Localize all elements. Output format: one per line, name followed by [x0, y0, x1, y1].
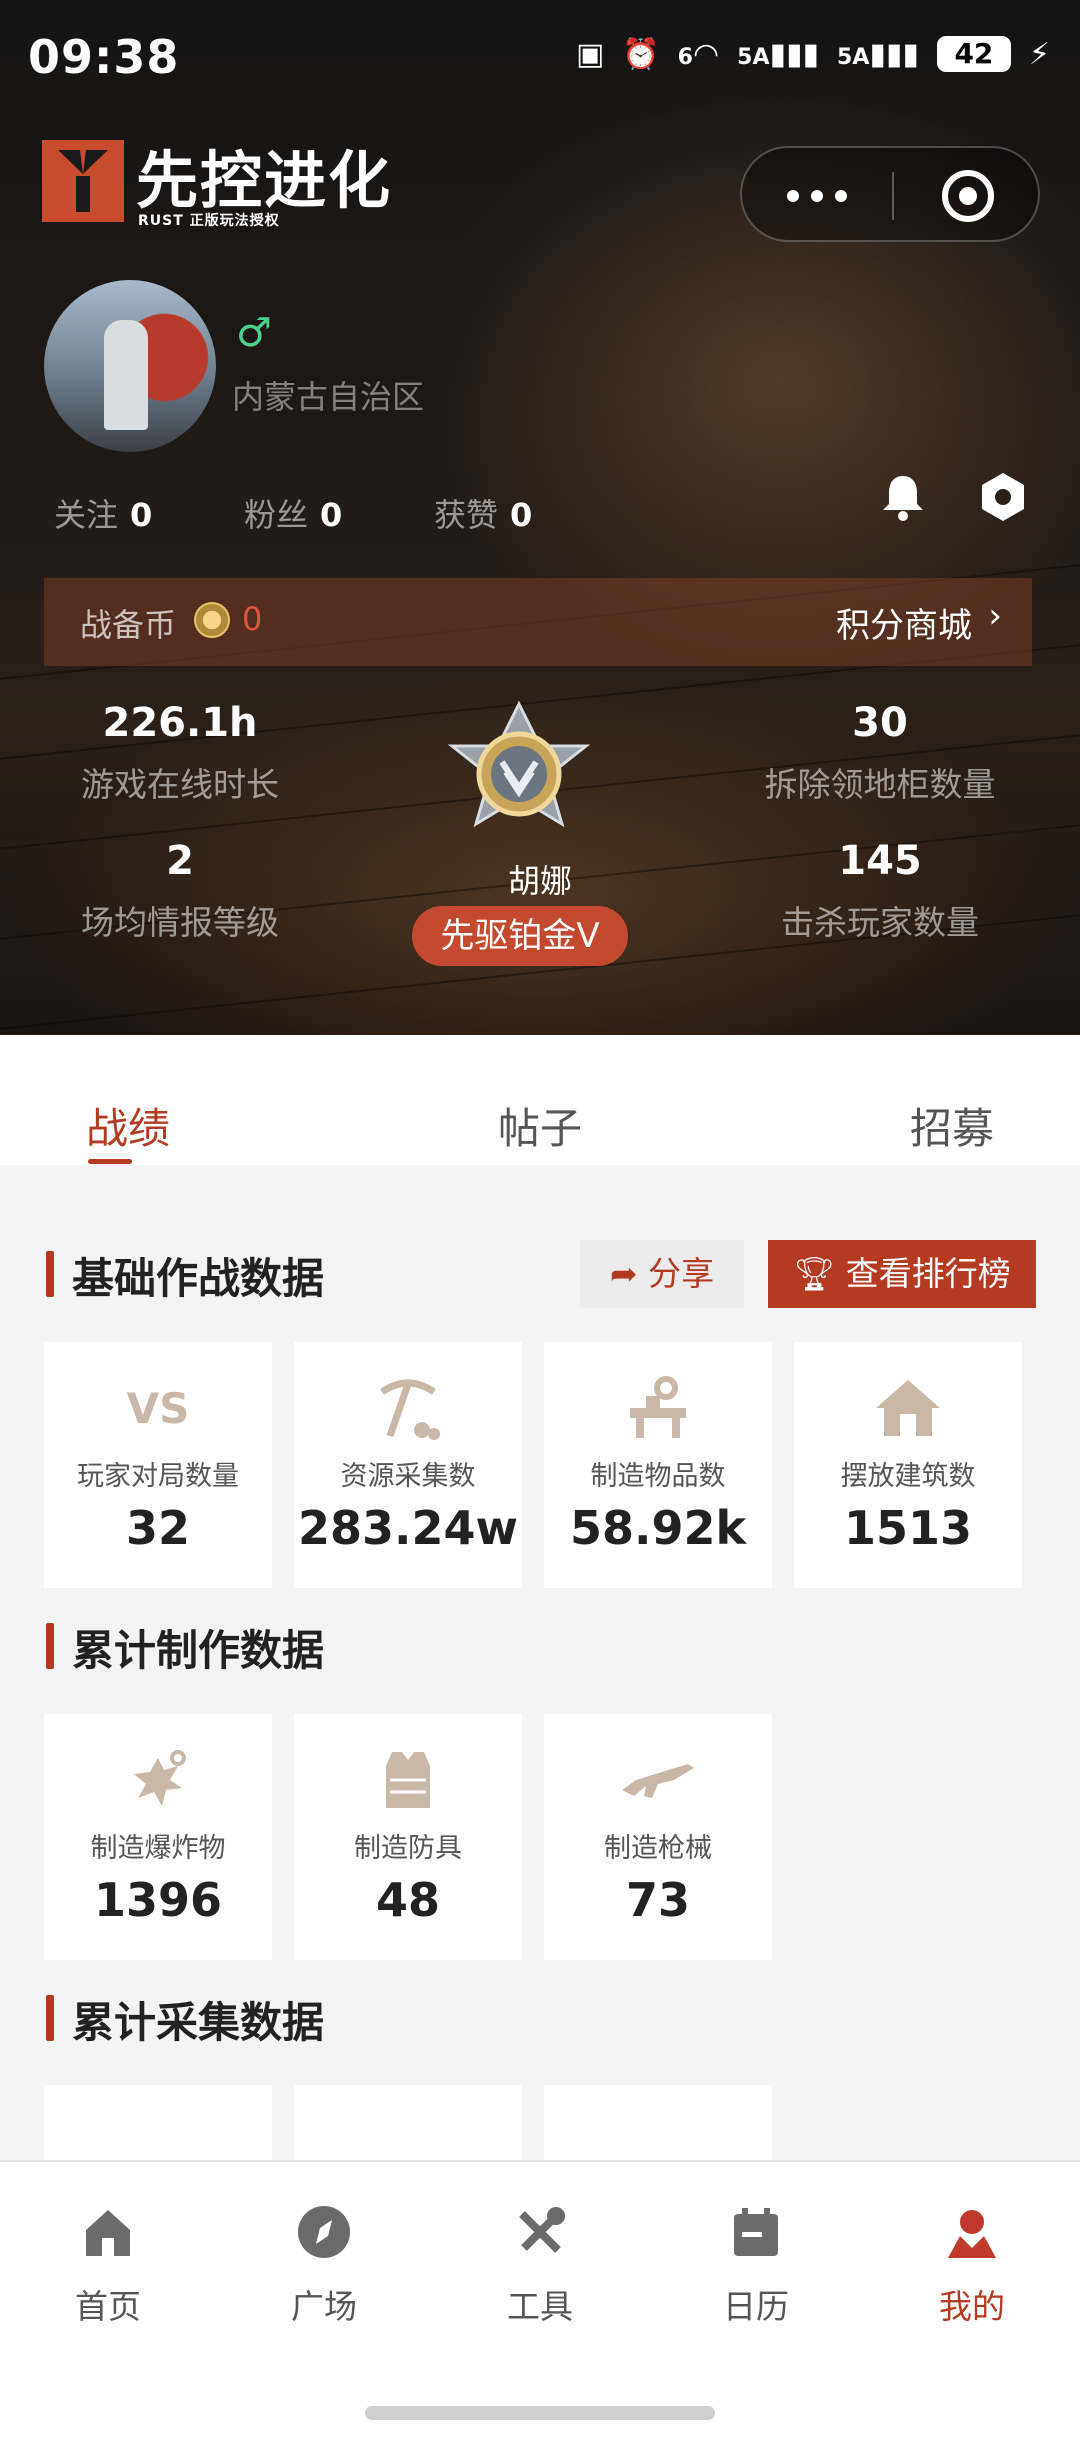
status-icons: ▣ ⏰ 6◠ 5A▮▮▮ 5A▮▮▮ 42 ⚡ — [576, 36, 1050, 72]
explosive-icon — [110, 1744, 206, 1816]
house-icon — [860, 1372, 956, 1444]
home-indicator[interactable] — [365, 2406, 715, 2420]
stat-online-hours: 226.1h 游戏在线时长 — [81, 700, 279, 804]
mini-program-capsule[interactable] — [740, 146, 1040, 242]
user-region: 内蒙古自治区 — [232, 378, 425, 416]
radiation-icon — [42, 140, 124, 222]
status-time: 09:38 — [28, 30, 180, 84]
section-title-combat: 基础作战数据 — [46, 1245, 324, 1306]
nav-square[interactable]: 广场 — [254, 2202, 394, 2328]
stat-card-buildings[interactable]: 摆放建筑数 1513 — [794, 1342, 1022, 1588]
likes-stat[interactable]: 获赞 0 — [434, 490, 532, 536]
stat-card-armor[interactable]: 制造防具 48 — [294, 1714, 522, 1960]
share-icon: ➦ — [609, 1254, 649, 1293]
tab-indicator — [88, 1159, 132, 1164]
fans-stat[interactable]: 粉丝 0 — [244, 490, 342, 536]
home-icon — [86, 2210, 130, 2256]
tab-record[interactable]: 战绩 — [86, 1095, 170, 1156]
svg-text:VS: VS — [127, 1384, 190, 1433]
calendar-icon — [734, 2208, 778, 2256]
nav-tools[interactable]: 工具 — [470, 2202, 610, 2328]
nav-mine[interactable]: 我的 — [902, 2202, 1042, 2328]
user-icon — [948, 2210, 996, 2258]
rank-badge-icon[interactable] — [444, 700, 594, 850]
view-ranking-button[interactable]: 🏆︎ 查看排行榜 — [768, 1240, 1036, 1308]
armor-icon — [360, 1744, 456, 1816]
stat-card-placeholder[interactable] — [44, 2085, 272, 2160]
capsule-divider — [892, 172, 894, 220]
points-mall-link[interactable]: 积分商城 — [836, 598, 972, 647]
close-target-icon[interactable] — [942, 170, 994, 222]
app-subtitle: RUST 正版玩法授权 — [138, 213, 280, 229]
stat-card-placeholder[interactable] — [544, 2085, 772, 2160]
workbench-icon — [610, 1372, 706, 1444]
coin-count: 0 — [242, 600, 263, 638]
section-title-gather: 累计采集数据 — [46, 1989, 324, 2050]
nfc-icon: ▣ — [575, 36, 605, 72]
chevron-right-icon: › — [988, 596, 1002, 636]
tab-recruit[interactable]: 招募 — [910, 1095, 994, 1156]
wifi-icon: 6◠ — [677, 36, 720, 72]
stat-card-placeholder[interactable] — [294, 2085, 522, 2160]
alarm-icon: ⏰ — [622, 36, 660, 72]
section-title-craft: 累计制作数据 — [46, 1617, 324, 1678]
pickaxe-icon — [360, 1372, 456, 1444]
coin-bar[interactable]: 战备币 0 积分商城 › — [44, 578, 1032, 666]
tools-icon — [519, 2207, 565, 2253]
coin-label: 战备币 — [80, 606, 177, 644]
gear-icon[interactable] — [976, 470, 1030, 524]
app-title: 先控进化 — [136, 144, 393, 217]
male-icon: ♂ — [236, 310, 272, 356]
avatar[interactable] — [44, 280, 216, 452]
stat-card-matches[interactable]: VS 玩家对局数量 32 — [44, 1342, 272, 1588]
bell-icon[interactable] — [876, 470, 930, 524]
signal-icon: 5A▮▮▮ — [737, 36, 820, 72]
stat-card-explosives[interactable]: 制造爆炸物 1396 — [44, 1714, 272, 1960]
nav-home[interactable]: 首页 — [38, 2202, 178, 2328]
rank-name: 胡娜 — [507, 862, 572, 900]
tab-posts[interactable]: 帖子 — [498, 1095, 582, 1156]
rank-tier-badge[interactable]: 先驱铂金V — [412, 906, 628, 966]
bottom-nav: 首页 广场 工具 日历 我的 — [0, 2160, 1080, 2440]
stat-card-crafted[interactable]: 制造物品数 58.92k — [544, 1342, 772, 1588]
more-icon[interactable] — [742, 148, 892, 244]
battery-icon: 42 — [936, 36, 1011, 72]
tab-bar: 战绩 帖子 招募 — [0, 1035, 1080, 1165]
rifle-icon — [610, 1744, 706, 1816]
stat-card-resources[interactable]: 资源采集数 283.24w — [294, 1342, 522, 1588]
trophy-icon: 🏆︎ — [793, 1254, 846, 1293]
signal-icon: 5A▮▮▮ — [837, 36, 919, 72]
compass-icon — [298, 2206, 350, 2258]
stat-card-guns[interactable]: 制造枪械 73 — [544, 1714, 772, 1960]
coin-icon — [194, 602, 230, 638]
vs-icon: VS — [110, 1372, 206, 1444]
profile-header: 09:38 ▣ ⏰ 6◠ 5A▮▮▮ 5A▮▮▮ 42 ⚡ 先控进化 RUST … — [0, 0, 1080, 1035]
nav-calendar[interactable]: 日历 — [686, 2202, 826, 2328]
main-content: 战绩 帖子 招募 基础作战数据 ➦ 分享 🏆︎ 查看排行榜 VS 玩家对局数量 … — [0, 1035, 1080, 2160]
status-bar: 09:38 ▣ ⏰ 6◠ 5A▮▮▮ 5A▮▮▮ 42 ⚡ — [0, 0, 1080, 120]
app-logo: 先控进化 RUST 正版玩法授权 — [42, 140, 393, 229]
follow-stat[interactable]: 关注 0 — [54, 490, 152, 536]
share-button[interactable]: ➦ 分享 — [580, 1240, 744, 1308]
stat-cabinets: 30 拆除领地柜数量 — [764, 700, 996, 804]
charging-icon: ⚡ — [1028, 36, 1050, 72]
